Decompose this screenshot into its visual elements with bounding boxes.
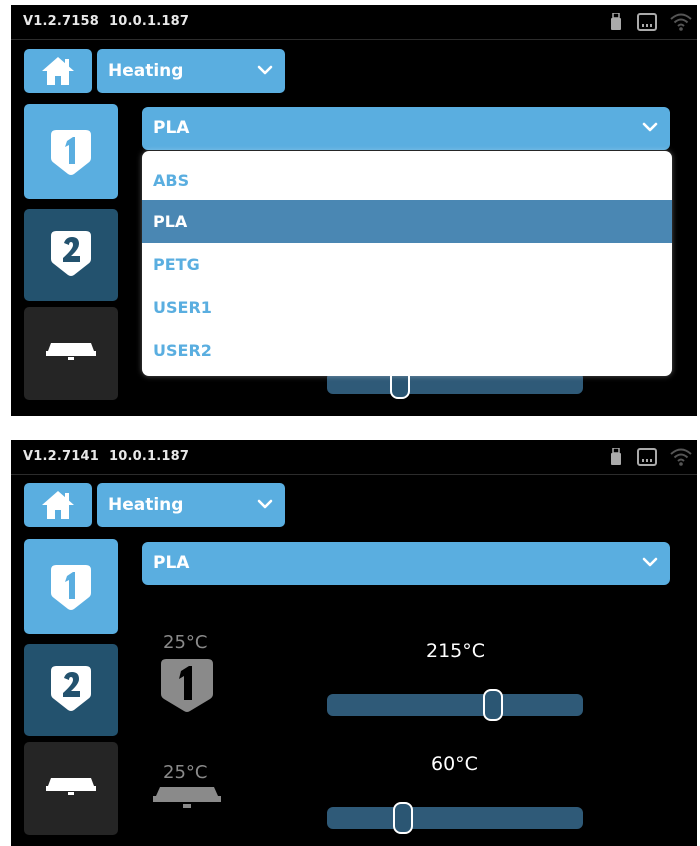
nozzle-temp-slider-thumb[interactable] bbox=[482, 689, 503, 721]
material-select-value: PLA bbox=[153, 118, 190, 138]
ip-address: 10.0.1.187 bbox=[109, 449, 190, 464]
tab-heated-bed[interactable] bbox=[24, 307, 118, 400]
home-icon bbox=[42, 57, 74, 85]
extruder-1-status-icon bbox=[161, 659, 213, 712]
dropdown-option-petg[interactable]: PETG bbox=[142, 243, 672, 286]
mode-select-label: Heating bbox=[108, 61, 184, 81]
dropdown-option-pla[interactable]: PLA bbox=[142, 200, 672, 243]
ethernet-icon bbox=[637, 448, 657, 466]
firmware-version: V1.2.7141 bbox=[23, 449, 100, 464]
status-bar: V1.2.7158 10.0.1.187 bbox=[11, 5, 697, 40]
bed-temp-slider-thumb[interactable] bbox=[393, 802, 414, 834]
extruder-1-icon bbox=[51, 565, 91, 610]
bed-icon bbox=[46, 343, 96, 360]
chevron-down-icon bbox=[257, 499, 273, 509]
extruder-1-icon bbox=[51, 130, 91, 175]
printer-screen-heating: V1.2.7141 10.0.1.187 Heating PLA 25°C 21… bbox=[11, 440, 697, 846]
extruder-2-icon bbox=[51, 231, 91, 276]
material-select[interactable]: PLA bbox=[142, 542, 670, 585]
extruder-2-icon bbox=[51, 666, 91, 711]
status-text: V1.2.7158 10.0.1.187 bbox=[23, 14, 199, 29]
usb-icon bbox=[611, 448, 621, 465]
home-icon bbox=[42, 491, 74, 519]
bed-icon bbox=[46, 778, 96, 795]
nozzle-temp-slider[interactable] bbox=[327, 694, 583, 716]
tab-heated-bed[interactable] bbox=[24, 742, 118, 835]
chevron-down-icon bbox=[642, 122, 658, 132]
firmware-version: V1.2.7158 bbox=[23, 14, 100, 29]
home-button[interactable] bbox=[24, 483, 92, 527]
mode-select[interactable]: Heating bbox=[97, 49, 285, 93]
status-bar: V1.2.7141 10.0.1.187 bbox=[11, 440, 697, 475]
tab-extruder-2[interactable] bbox=[24, 209, 118, 301]
dropdown-option-user1[interactable]: USER1 bbox=[142, 286, 672, 329]
nozzle-current-temp: 25°C bbox=[163, 632, 208, 653]
material-select[interactable]: PLA bbox=[142, 107, 670, 150]
usb-icon bbox=[611, 13, 621, 30]
dropdown-option-user2[interactable]: USER2 bbox=[142, 329, 672, 372]
bed-target-temp: 60°C bbox=[431, 753, 478, 775]
tab-extruder-1[interactable] bbox=[24, 539, 118, 634]
bed-temp-slider[interactable] bbox=[327, 807, 583, 829]
printer-screen-dropdown-open: V1.2.7158 10.0.1.187 Heating PLA ABS PLA… bbox=[11, 5, 697, 416]
wifi-icon bbox=[670, 448, 692, 466]
mode-select-label: Heating bbox=[108, 495, 184, 515]
status-text: V1.2.7141 10.0.1.187 bbox=[23, 449, 199, 464]
material-dropdown-list: ABS PLA PETG USER1 USER2 bbox=[142, 151, 672, 376]
dropdown-option-abs[interactable]: ABS bbox=[142, 159, 672, 202]
chevron-down-icon bbox=[642, 557, 658, 567]
tab-extruder-1[interactable] bbox=[24, 104, 118, 199]
wifi-icon bbox=[670, 13, 692, 31]
tab-extruder-2[interactable] bbox=[24, 644, 118, 736]
nozzle-target-temp: 215°C bbox=[426, 640, 486, 662]
mode-select[interactable]: Heating bbox=[97, 483, 285, 527]
home-button[interactable] bbox=[24, 49, 92, 93]
chevron-down-icon bbox=[257, 65, 273, 75]
ip-address: 10.0.1.187 bbox=[109, 14, 190, 29]
bed-status-icon bbox=[153, 787, 221, 808]
bed-current-temp: 25°C bbox=[163, 762, 208, 783]
ethernet-icon bbox=[637, 13, 657, 31]
material-select-value: PLA bbox=[153, 553, 190, 573]
